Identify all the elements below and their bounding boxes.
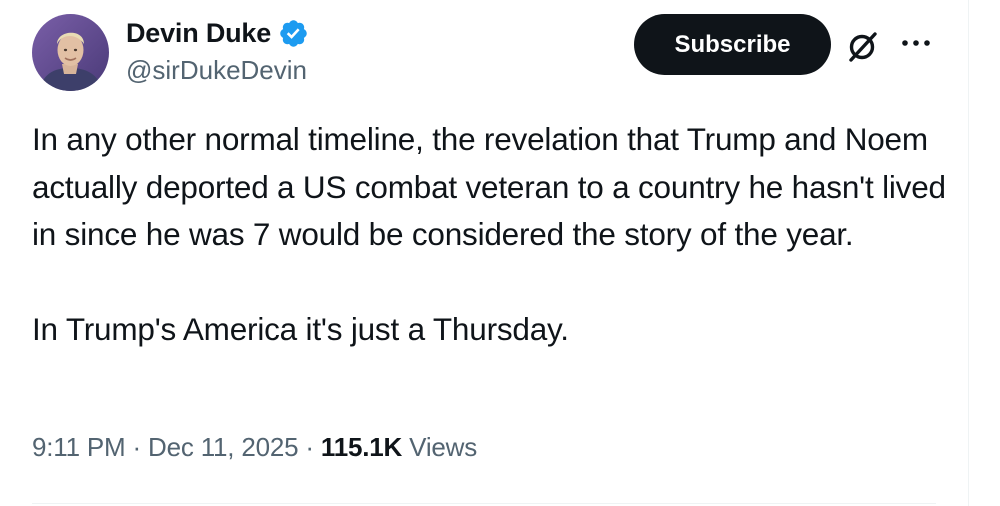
post-text: In any other normal timeline, the revela…	[32, 116, 952, 354]
post-metadata: 9:11 PM · Dec 11, 2025 · 115.1K Views	[32, 432, 477, 463]
author-display-name[interactable]: Devin Duke	[126, 18, 271, 49]
tweet-card: Devin Duke @sirDukeDevin Subscribe In an…	[0, 0, 968, 506]
subscribe-button[interactable]: Subscribe	[634, 14, 831, 75]
author-handle[interactable]: @sirDukeDevin	[126, 55, 307, 86]
divider	[32, 503, 936, 504]
post-paragraph: In Trump's America it's just a Thursday.	[32, 311, 569, 347]
author-name-row[interactable]: Devin Duke	[126, 15, 309, 51]
verified-badge-icon[interactable]	[278, 18, 309, 49]
views-count: 115.1K	[320, 432, 403, 462]
post-date[interactable]: Dec 11, 2025	[148, 432, 299, 462]
slashed-circle-icon[interactable]	[843, 26, 883, 66]
post-time[interactable]: 9:11 PM	[32, 432, 126, 462]
more-icon[interactable]	[899, 33, 935, 53]
meta-separator: ·	[305, 432, 314, 462]
column-border	[968, 0, 969, 506]
post-paragraph: In any other normal timeline, the revela…	[32, 121, 946, 252]
meta-separator: ·	[132, 432, 142, 462]
views-label: Views	[409, 432, 478, 462]
avatar[interactable]	[32, 14, 109, 91]
